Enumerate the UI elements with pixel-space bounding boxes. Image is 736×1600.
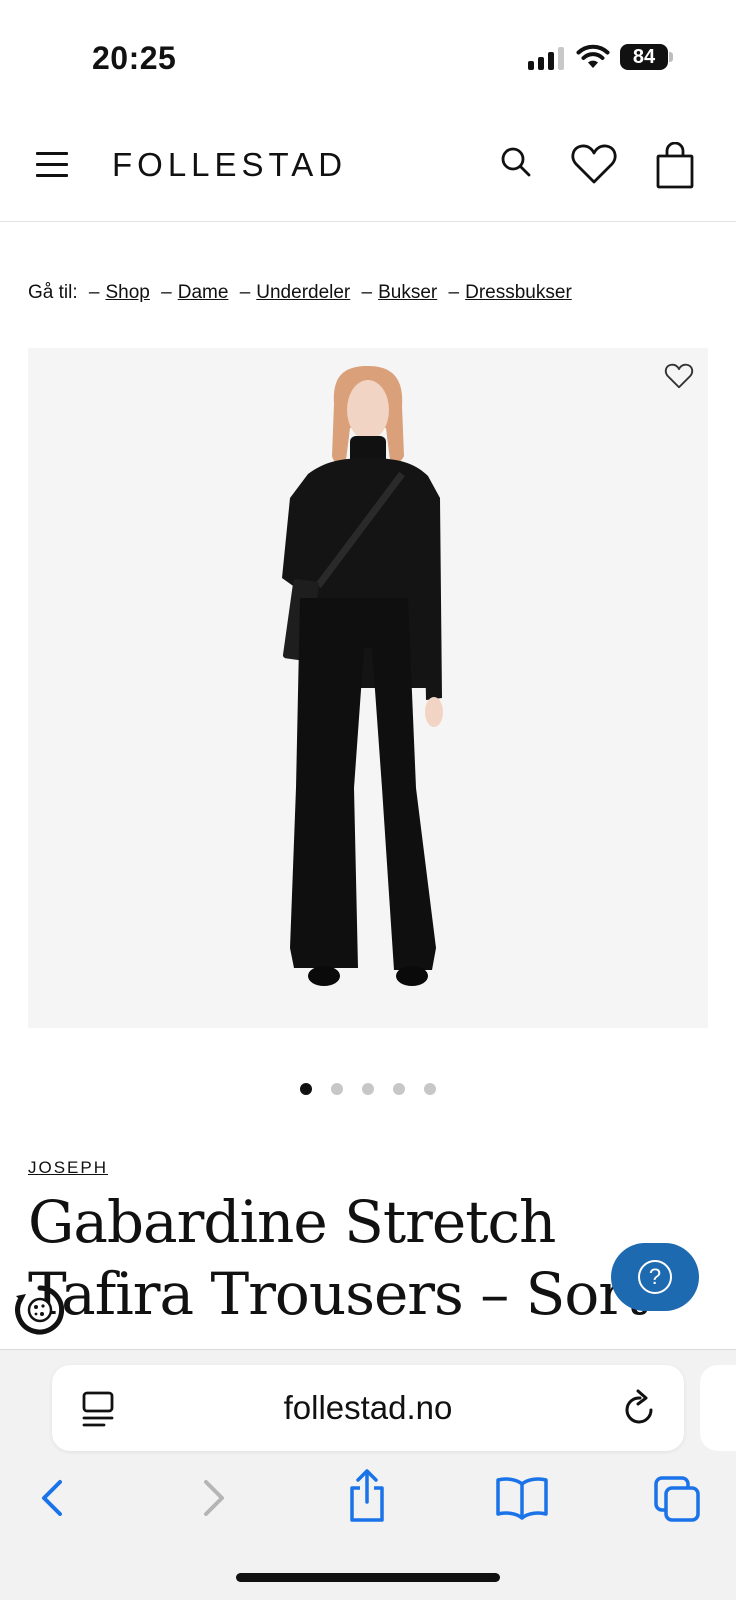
status-bar: 20:25 84 — [0, 0, 736, 110]
share-icon[interactable] — [344, 1468, 390, 1524]
carousel-dot-2[interactable] — [331, 1083, 343, 1095]
home-indicator — [236, 1573, 500, 1582]
breadcrumb-link-bukser[interactable]: Bukser — [378, 282, 437, 303]
wifi-icon — [576, 44, 610, 68]
wishlist-heart-icon[interactable] — [664, 362, 694, 390]
breadcrumb: Gå til: – Shop – Dame – Underdeler – Bukser … — [28, 282, 572, 304]
breadcrumb-link-underdeler[interactable]: Underdeler — [256, 282, 350, 303]
breadcrumb-link-shop[interactable]: Shop — [105, 282, 149, 303]
cellular-signal-icon — [528, 46, 564, 70]
carousel-dot-5[interactable] — [424, 1083, 436, 1095]
help-chat-button[interactable]: ? — [611, 1243, 699, 1311]
status-time: 20:25 — [92, 40, 177, 76]
product-brand-link[interactable]: JOSEPH — [28, 1158, 108, 1178]
url-text: follestad.no — [283, 1389, 453, 1426]
battery-indicator: 84 — [620, 44, 668, 70]
breadcrumb-separator: – — [448, 282, 460, 303]
carousel-dot-1[interactable] — [300, 1083, 312, 1095]
menu-icon[interactable] — [36, 152, 68, 180]
back-icon[interactable] — [36, 1474, 70, 1522]
site-logo[interactable]: FOLLESTAD — [112, 146, 347, 184]
breadcrumb-separator: – — [239, 282, 251, 303]
address-bar[interactable]: follestad.no — [52, 1365, 684, 1451]
browser-toolbar: follestad.no — [0, 1349, 736, 1600]
bag-icon[interactable] — [654, 142, 696, 190]
reload-icon[interactable] — [620, 1387, 660, 1429]
site-header: FOLLESTAD — [0, 110, 736, 222]
product-title: Gabardine Stretch Tafira Trousers – Sort — [28, 1188, 648, 1328]
breadcrumb-link-dressbukser[interactable]: Dressbukser — [465, 282, 572, 303]
next-tab-preview[interactable] — [700, 1365, 736, 1451]
cookie-icon[interactable] — [12, 1282, 68, 1338]
carousel-dot-3[interactable] — [362, 1083, 374, 1095]
breadcrumb-separator: – — [88, 282, 100, 303]
product-image[interactable] — [28, 348, 708, 1028]
tabs-icon[interactable] — [652, 1474, 702, 1524]
breadcrumb-separator: – — [361, 282, 373, 303]
help-icon: ? — [638, 1260, 672, 1294]
carousel-dot-4[interactable] — [393, 1083, 405, 1095]
model-photo — [282, 366, 443, 986]
search-icon[interactable] — [496, 142, 536, 182]
heart-icon[interactable] — [570, 142, 618, 186]
bookmarks-icon[interactable] — [494, 1474, 550, 1522]
battery-cap — [669, 52, 673, 62]
breadcrumb-prefix: Gå til: — [28, 282, 78, 303]
breadcrumb-link-dame[interactable]: Dame — [178, 282, 229, 303]
carousel-dots — [0, 1083, 736, 1095]
breadcrumb-separator: – — [161, 282, 172, 303]
forward-icon[interactable] — [196, 1474, 230, 1522]
